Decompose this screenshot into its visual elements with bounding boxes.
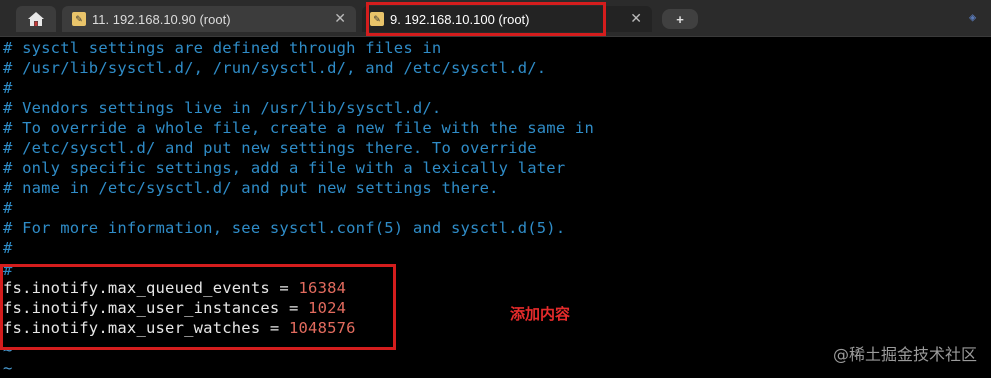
new-tab-button[interactable]: + — [662, 9, 698, 29]
setting-value: 16384 — [298, 279, 347, 297]
close-icon[interactable]: ✕ — [334, 10, 346, 27]
comment-line: # /etc/sysctl.d/ and put new settings th… — [3, 139, 537, 157]
setting-line: fs.inotify.max_user_instances = 1024 — [3, 298, 346, 318]
comment-line: # — [3, 79, 13, 97]
empty-line-marker: ~ — [3, 359, 13, 377]
home-icon — [28, 12, 44, 26]
comment-line: # only specific settings, add a file wit… — [3, 159, 566, 177]
comment-line: # name in /etc/sysctl.d/ and put new set… — [3, 179, 499, 197]
tab-session-11[interactable]: ✎ 11. 192.168.10.90 (root) ✕ — [62, 6, 356, 32]
annotation-label: 添加内容 — [510, 305, 571, 323]
close-icon[interactable]: ✕ — [630, 10, 642, 27]
setting-value: 1048576 — [288, 319, 356, 337]
tab-session-9[interactable]: ✎ 9. 192.168.10.100 (root) ✕ — [362, 6, 652, 32]
empty-line-marker: ~ — [3, 341, 13, 359]
comment-line: # — [3, 199, 13, 217]
toolbar-icon[interactable]: ◈ — [969, 10, 983, 24]
terminal-output[interactable]: # sysctl settings are defined through fi… — [0, 38, 991, 377]
tab-label: 11. 192.168.10.90 (root) — [92, 11, 231, 27]
setting-key: fs.inotify.max_user_watches = — [3, 319, 289, 337]
ssh-session-icon: ✎ — [72, 12, 86, 26]
home-tab[interactable] — [16, 6, 56, 32]
watermark: @稀土掘金技术社区 — [832, 345, 977, 364]
setting-line: fs.inotify.max_queued_events = 16384 — [3, 278, 346, 298]
tab-bar: ✎ 11. 192.168.10.90 (root) ✕ ✎ 9. 192.16… — [0, 0, 991, 37]
comment-line: # To override a whole file, create a new… — [3, 119, 594, 137]
ssh-session-icon: ✎ — [370, 12, 384, 26]
tab-label: 9. 192.168.10.100 (root) — [390, 11, 530, 27]
plus-icon: + — [676, 11, 684, 27]
comment-line: # — [3, 261, 13, 279]
setting-key: fs.inotify.max_queued_events = — [3, 279, 299, 297]
setting-value: 1024 — [308, 299, 347, 317]
setting-line: fs.inotify.max_user_watches = 1048576 — [3, 318, 356, 338]
comment-line: # sysctl settings are defined through fi… — [3, 39, 442, 57]
comment-line: # Vendors settings live in /usr/lib/sysc… — [3, 99, 442, 117]
comment-line: # For more information, see sysctl.conf(… — [3, 219, 566, 237]
setting-key: fs.inotify.max_user_instances = — [3, 299, 309, 317]
comment-line: # — [3, 239, 13, 257]
comment-line: # /usr/lib/sysctl.d/, /run/sysctl.d/, an… — [3, 59, 547, 77]
